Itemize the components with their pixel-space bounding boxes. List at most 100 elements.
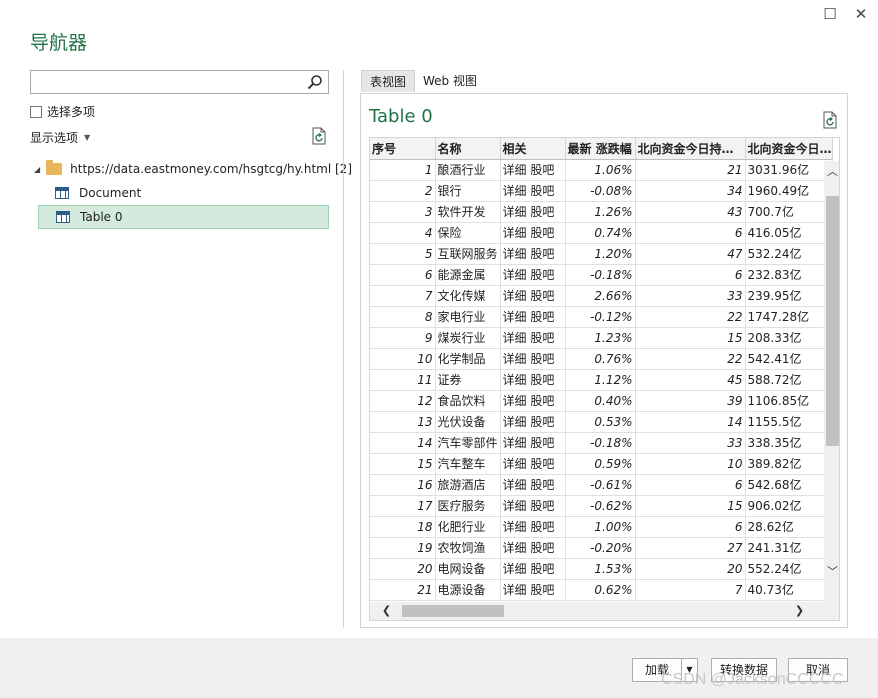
column-header[interactable]: 北向资金今日持… (635, 138, 746, 160)
table-cell: 证券 (435, 369, 501, 391)
table-cell: 详细 股吧 (500, 474, 566, 496)
vertical-scroll-thumb[interactable] (826, 196, 839, 446)
table-cell: 家电行业 (435, 306, 501, 328)
scroll-corner (824, 602, 839, 620)
table-cell: 详细 股吧 (500, 516, 566, 538)
column-header[interactable]: 最新 涨跌幅 (565, 138, 636, 160)
table-cell: 6 (635, 474, 746, 496)
table-cell: 农牧饲渔 (435, 537, 501, 559)
table-cell: 0.59% (565, 453, 636, 475)
scroll-right-icon[interactable]: ❯ (791, 604, 808, 617)
table-cell: 10 (635, 453, 746, 475)
table-cell: 27 (635, 537, 746, 559)
search-input[interactable] (31, 71, 301, 93)
table-row: 13 光伏设备 详细 股吧 0.53% 14 1155.5亿 (370, 411, 833, 433)
table-row: 2 银行 详细 股吧 -0.08% 34 1960.49亿 (370, 180, 833, 202)
scroll-left-icon[interactable]: ❮ (378, 604, 395, 617)
table-cell: 416.05亿 (745, 222, 833, 244)
table-cell: 详细 股吧 (500, 264, 566, 286)
tab-table-view[interactable]: 表视图 (361, 70, 416, 92)
column-header[interactable]: 序号 (370, 138, 436, 160)
table-cell: 详细 股吧 (500, 285, 566, 307)
tree-item-label: Table 0 (80, 210, 123, 224)
table-cell: 6 (370, 264, 436, 286)
table-cell: 1747.28亿 (745, 306, 833, 328)
pane-splitter[interactable] (343, 70, 344, 628)
table-cell: 电网设备 (435, 558, 501, 580)
expand-triangle-icon[interactable]: ◢ (34, 165, 40, 174)
table-cell: -0.20% (565, 537, 636, 559)
table-cell: 18 (370, 516, 436, 538)
table-row: 11 证券 详细 股吧 1.12% 45 588.72亿 (370, 369, 833, 391)
table-cell: 14 (370, 432, 436, 454)
table-row: 1 酿酒行业 详细 股吧 1.06% 21 3031.96亿 (370, 159, 833, 181)
table-row: 10 化学制品 详细 股吧 0.76% 22 542.41亿 (370, 348, 833, 370)
table-row: 18 化肥行业 详细 股吧 1.00% 6 28.62亿 (370, 516, 833, 538)
table-cell: 1 (370, 159, 436, 181)
table-cell: 6 (635, 222, 746, 244)
table-cell: 食品饮料 (435, 390, 501, 412)
table-cell: 389.82亿 (745, 453, 833, 475)
column-header[interactable]: 北向资金今日… (745, 138, 833, 160)
table-cell: 21 (370, 579, 436, 601)
close-icon[interactable]: ✕ (849, 4, 873, 24)
table-icon (55, 187, 69, 199)
table-cell: 28.62亿 (745, 516, 833, 538)
multi-select-option[interactable]: 选择多项 (30, 103, 95, 120)
table-cell: 汽车零部件 (435, 432, 501, 454)
table-cell: 详细 股吧 (500, 453, 566, 475)
table-cell: 1.26% (565, 201, 636, 223)
table-cell: 详细 股吧 (500, 327, 566, 349)
table-cell: 银行 (435, 180, 501, 202)
table-cell: 588.72亿 (745, 369, 833, 391)
table-cell: 542.41亿 (745, 348, 833, 370)
table-cell: 47 (635, 243, 746, 265)
table-cell: 6 (635, 264, 746, 286)
search-icon[interactable] (307, 74, 323, 90)
table-cell: 化肥行业 (435, 516, 501, 538)
table-cell: 1155.5亿 (745, 411, 833, 433)
table-cell: 3031.96亿 (745, 159, 833, 181)
table-cell: 详细 股吧 (500, 348, 566, 370)
tree-root-node[interactable]: ◢ https://data.eastmoney.com/hsgtcg/hy.h… (34, 160, 352, 178)
table-cell: 化学制品 (435, 348, 501, 370)
table-cell: 16 (370, 474, 436, 496)
table-cell: 15 (370, 453, 436, 475)
table-cell: 232.83亿 (745, 264, 833, 286)
vertical-scrollbar[interactable]: ︿ ﹀ (824, 161, 839, 602)
table-cell: 338.35亿 (745, 432, 833, 454)
table-cell: -0.62% (565, 495, 636, 517)
maximize-icon[interactable]: ☐ (818, 4, 842, 24)
view-tabs: 表视图 Web 视图 (361, 70, 485, 92)
table-cell: 15 (635, 327, 746, 349)
table-cell: 0.40% (565, 390, 636, 412)
tree-item-table-0[interactable]: Table 0 (38, 205, 329, 229)
refresh-icon[interactable] (822, 111, 838, 129)
horizontal-scrollbar[interactable]: ❮ ❯ (370, 602, 824, 620)
table-cell: 1.06% (565, 159, 636, 181)
tree-item-label: Document (79, 186, 142, 200)
table-cell: 详细 股吧 (500, 432, 566, 454)
column-header[interactable]: 相关 (500, 138, 566, 160)
multi-select-checkbox[interactable] (30, 105, 42, 118)
tab-web-view[interactable]: Web 视图 (415, 70, 485, 92)
table-cell: 532.24亿 (745, 243, 833, 265)
table-cell: 3 (370, 201, 436, 223)
column-header[interactable]: 名称 (435, 138, 501, 160)
table-cell: 详细 股吧 (500, 159, 566, 181)
refresh-icon[interactable] (311, 127, 327, 145)
scroll-down-icon[interactable]: ﹀ (824, 563, 839, 579)
table-cell: 详细 股吧 (500, 243, 566, 265)
table-cell: 6 (635, 516, 746, 538)
display-options-dropdown[interactable]: 显示选项 ▼ (30, 129, 90, 146)
table-cell: 8 (370, 306, 436, 328)
horizontal-scroll-thumb[interactable] (402, 605, 504, 617)
table-row: 7 文化传媒 详细 股吧 2.66% 33 239.95亿 (370, 285, 833, 307)
folder-icon (46, 160, 63, 175)
table-row: 6 能源金属 详细 股吧 -0.18% 6 232.83亿 (370, 264, 833, 286)
scroll-up-icon[interactable]: ︿ (824, 163, 839, 179)
table-cell: 20 (635, 558, 746, 580)
table-cell: -0.18% (565, 432, 636, 454)
tree-item-document[interactable]: Document (38, 181, 329, 205)
table-cell: 17 (370, 495, 436, 517)
